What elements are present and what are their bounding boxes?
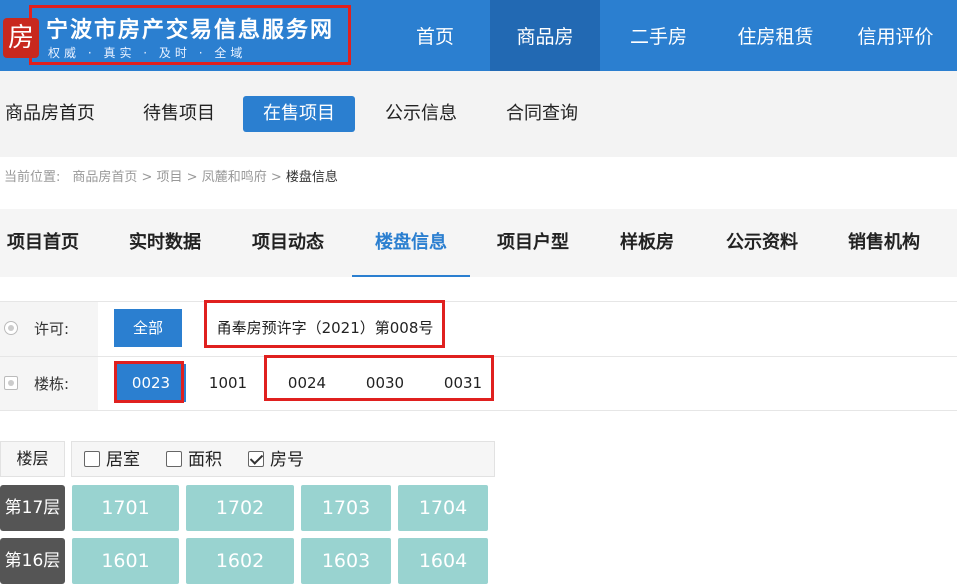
breadcrumb-path[interactable]: 商品房首页 > 项目 > 凤麓和鸣府 >: [72, 170, 281, 185]
room-1702[interactable]: 1702: [186, 485, 294, 531]
site-slogan: 权威 · 真实 · 及时 · 全域: [48, 46, 247, 60]
floor-label-17: 第17层: [0, 485, 65, 531]
room-1601[interactable]: 1601: [72, 538, 179, 584]
main-nav-second-hand[interactable]: 二手房: [600, 0, 717, 71]
permit-label-cell: 许可:: [0, 302, 98, 356]
top-header: 房 宁波市房产交易信息服务网 权威 · 真实 · 及时 · 全域 首页 商品房 …: [0, 0, 957, 71]
building-label-cell: 楼栋:: [0, 357, 98, 411]
option-area-label: 面积: [188, 450, 222, 470]
floor-label-16: 第16层: [0, 538, 65, 584]
main-nav-home[interactable]: 首页: [380, 0, 490, 71]
tab-realtime-data[interactable]: 实时数据: [129, 209, 201, 277]
sub-nav-new-homes-home[interactable]: 商品房首页: [5, 96, 95, 132]
permit-label: 许可:: [34, 320, 70, 338]
tab-building-info[interactable]: 楼盘信息: [352, 209, 470, 277]
option-room-number[interactable]: 房号: [248, 449, 304, 471]
main-nav-credit[interactable]: 信用评价: [834, 0, 957, 71]
tab-project-home[interactable]: 项目首页: [7, 209, 79, 277]
permit-icon: [4, 321, 18, 335]
tab-public-documents[interactable]: 公示资料: [726, 209, 798, 277]
sub-nav-contract-query[interactable]: 合同查询: [506, 96, 578, 132]
floor-header: 楼层: [0, 441, 65, 477]
option-bedrooms-label: 居室: [106, 450, 140, 470]
room-1602[interactable]: 1602: [186, 538, 294, 584]
site-title: 宁波市房产交易信息服务网: [46, 17, 335, 43]
display-options-bar: 居室 面积 房号: [71, 441, 495, 477]
building-option-0031[interactable]: 0031: [431, 364, 495, 402]
tab-show-flat[interactable]: 样板房: [620, 209, 674, 277]
sub-nav-public-info[interactable]: 公示信息: [385, 96, 457, 132]
building-option-0023[interactable]: 0023: [116, 364, 186, 402]
filter-bottom-divider: [0, 410, 957, 411]
breadcrumb-current: 楼盘信息: [285, 170, 338, 185]
building-option-0024[interactable]: 0024: [275, 364, 339, 402]
option-area[interactable]: 面积: [166, 449, 222, 471]
room-number-checkbox[interactable]: [248, 451, 264, 467]
room-1701[interactable]: 1701: [72, 485, 179, 531]
room-1603[interactable]: 1603: [301, 538, 391, 584]
breadcrumb: 当前位置: 商品房首页 > 项目 > 凤麓和鸣府 > 楼盘信息: [0, 168, 338, 188]
permit-option-all[interactable]: 全部: [114, 309, 182, 347]
room-1604[interactable]: 1604: [398, 538, 488, 584]
main-nav: 首页 商品房 二手房 住房租赁 信用评价: [380, 0, 957, 71]
logo-emblem-icon: 房: [3, 18, 39, 58]
building-label: 楼栋:: [34, 375, 70, 393]
breadcrumb-prefix: 当前位置:: [4, 170, 61, 185]
main-nav-new-homes[interactable]: 商品房: [490, 0, 600, 71]
sub-nav-pending-projects[interactable]: 待售项目: [143, 96, 215, 132]
site-logo[interactable]: 房 宁波市房产交易信息服务网 权威 · 真实 · 及时 · 全域: [3, 5, 351, 65]
building-icon: [4, 376, 18, 390]
sub-nav-on-sale-projects[interactable]: 在售项目: [243, 96, 355, 132]
permit-filter-row: 许可: 全部 甬奉房预许字（2021）第008号: [0, 300, 957, 356]
building-filter-row: 楼栋: 0023 1001 0024 0030 0031: [0, 355, 957, 411]
area-checkbox[interactable]: [166, 451, 182, 467]
tab-unit-types[interactable]: 项目户型: [497, 209, 569, 277]
main-nav-rental[interactable]: 住房租赁: [717, 0, 834, 71]
option-bedrooms[interactable]: 居室: [84, 449, 140, 471]
bedrooms-checkbox[interactable]: [84, 451, 100, 467]
tab-sales-agency[interactable]: 销售机构: [848, 209, 920, 277]
room-1703[interactable]: 1703: [301, 485, 391, 531]
room-1704[interactable]: 1704: [398, 485, 488, 531]
option-room-number-label: 房号: [270, 450, 304, 470]
project-tabs: 项目首页 实时数据 项目动态 楼盘信息 项目户型 样板房 公示资料 销售机构: [0, 209, 957, 277]
tab-project-news[interactable]: 项目动态: [252, 209, 324, 277]
permit-option-license[interactable]: 甬奉房预许字（2021）第008号: [212, 309, 438, 347]
sub-nav: 商品房首页 待售项目 在售项目 公示信息 合同查询: [0, 71, 957, 157]
building-option-0030[interactable]: 0030: [353, 364, 417, 402]
building-option-1001[interactable]: 1001: [196, 364, 260, 402]
